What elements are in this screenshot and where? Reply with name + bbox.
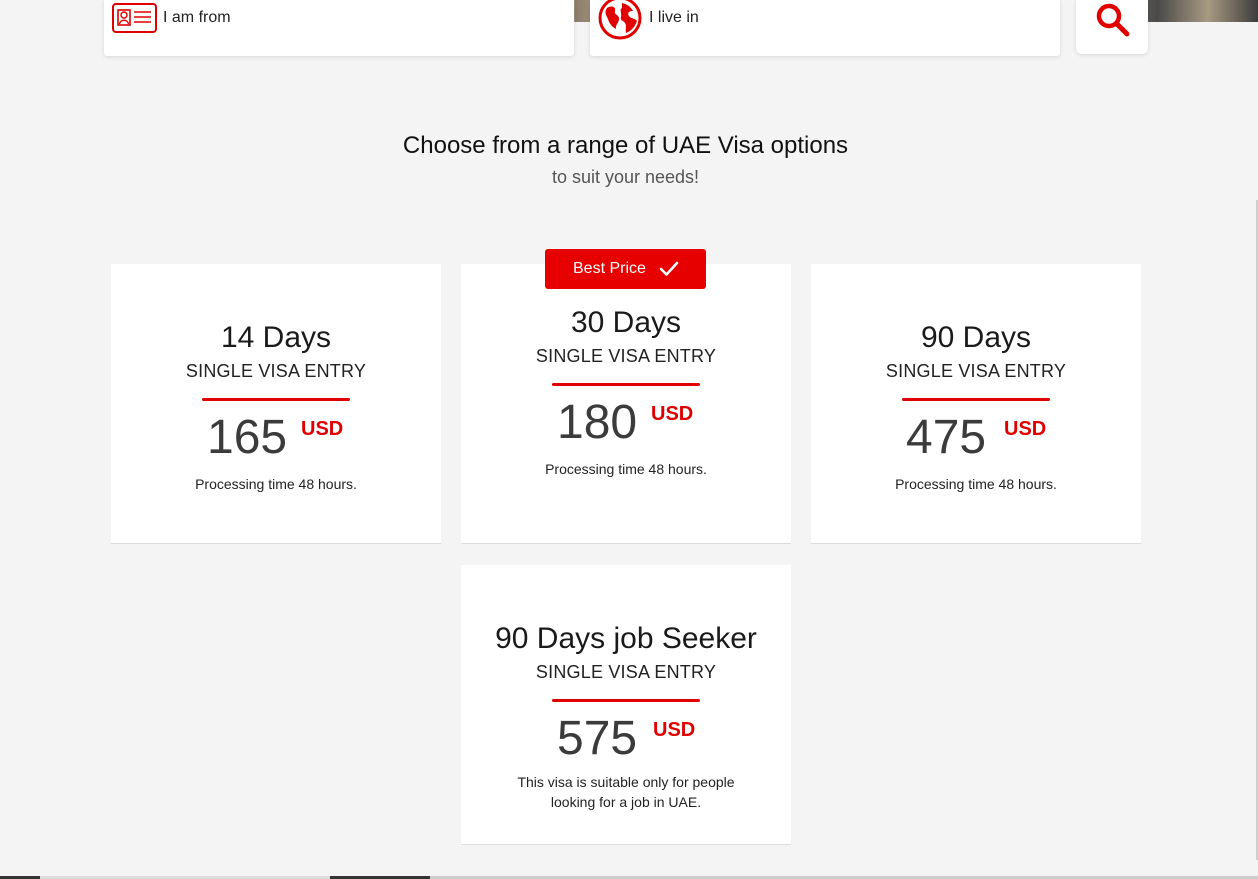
visa-card-entry-type: SINGLE VISA ENTRY <box>885 361 1067 381</box>
id-card-icon <box>112 3 157 38</box>
nationality-field[interactable]: I am from <box>104 0 574 56</box>
visa-card-entry-type: SINGLE VISA ENTRY <box>535 346 717 366</box>
visa-card-title: 90 Days job Seeker <box>495 622 757 655</box>
visa-card-price: 180 <box>557 396 638 449</box>
best-price-label: Best Price <box>573 260 646 277</box>
visa-card-note-line-1: This visa is suitable only for people <box>517 774 735 790</box>
visa-card-note: Processing time 48 hours. <box>195 476 357 492</box>
visa-card-90-days-job-seeker[interactable]: 90 Days job Seeker SINGLE VISA ENTRY 575… <box>461 565 791 845</box>
residence-label: I live in <box>649 9 699 26</box>
globe-icon <box>598 0 642 45</box>
visa-card-currency: USD <box>651 403 694 425</box>
visa-card-note: Processing time 48 hours. <box>545 461 707 477</box>
section-subtitle: to suit your needs! <box>551 167 700 187</box>
visa-card-price: 575 <box>557 712 638 765</box>
search-button[interactable] <box>1076 0 1148 54</box>
visa-card-14-days[interactable]: 14 Days SINGLE VISA ENTRY 165 USD Proces… <box>111 264 441 544</box>
visa-card-note: Processing time 48 hours. <box>895 476 1057 492</box>
residence-field[interactable]: I live in <box>590 0 1060 56</box>
visa-card-title: 14 Days <box>220 321 332 354</box>
visa-card-price: 165 <box>207 411 288 464</box>
visa-card-currency: USD <box>1004 418 1047 440</box>
visa-card-entry-type: SINGLE VISA ENTRY <box>185 361 367 381</box>
checkmark-icon <box>659 261 679 276</box>
visa-card-currency: USD <box>653 719 696 741</box>
visa-card-currency: USD <box>301 418 344 440</box>
search-icon <box>1096 3 1130 37</box>
section-title: Choose from a range of UAE Visa options <box>402 132 849 159</box>
best-price-badge: Best Price <box>545 249 706 289</box>
visa-card-note-line-2: looking for a job in UAE. <box>550 794 702 810</box>
visa-card-30-days[interactable]: 30 Days SINGLE VISA ENTRY 180 USD Proces… <box>461 264 791 544</box>
visa-card-90-days[interactable]: 90 Days SINGLE VISA ENTRY 475 USD Proces… <box>811 264 1141 544</box>
visa-card-price: 475 <box>906 411 987 464</box>
visa-card-title: 90 Days <box>920 321 1032 354</box>
visa-card-title: 30 Days <box>570 306 682 339</box>
visa-card-entry-type: SINGLE VISA ENTRY <box>535 662 717 682</box>
nationality-label: I am from <box>163 9 231 26</box>
